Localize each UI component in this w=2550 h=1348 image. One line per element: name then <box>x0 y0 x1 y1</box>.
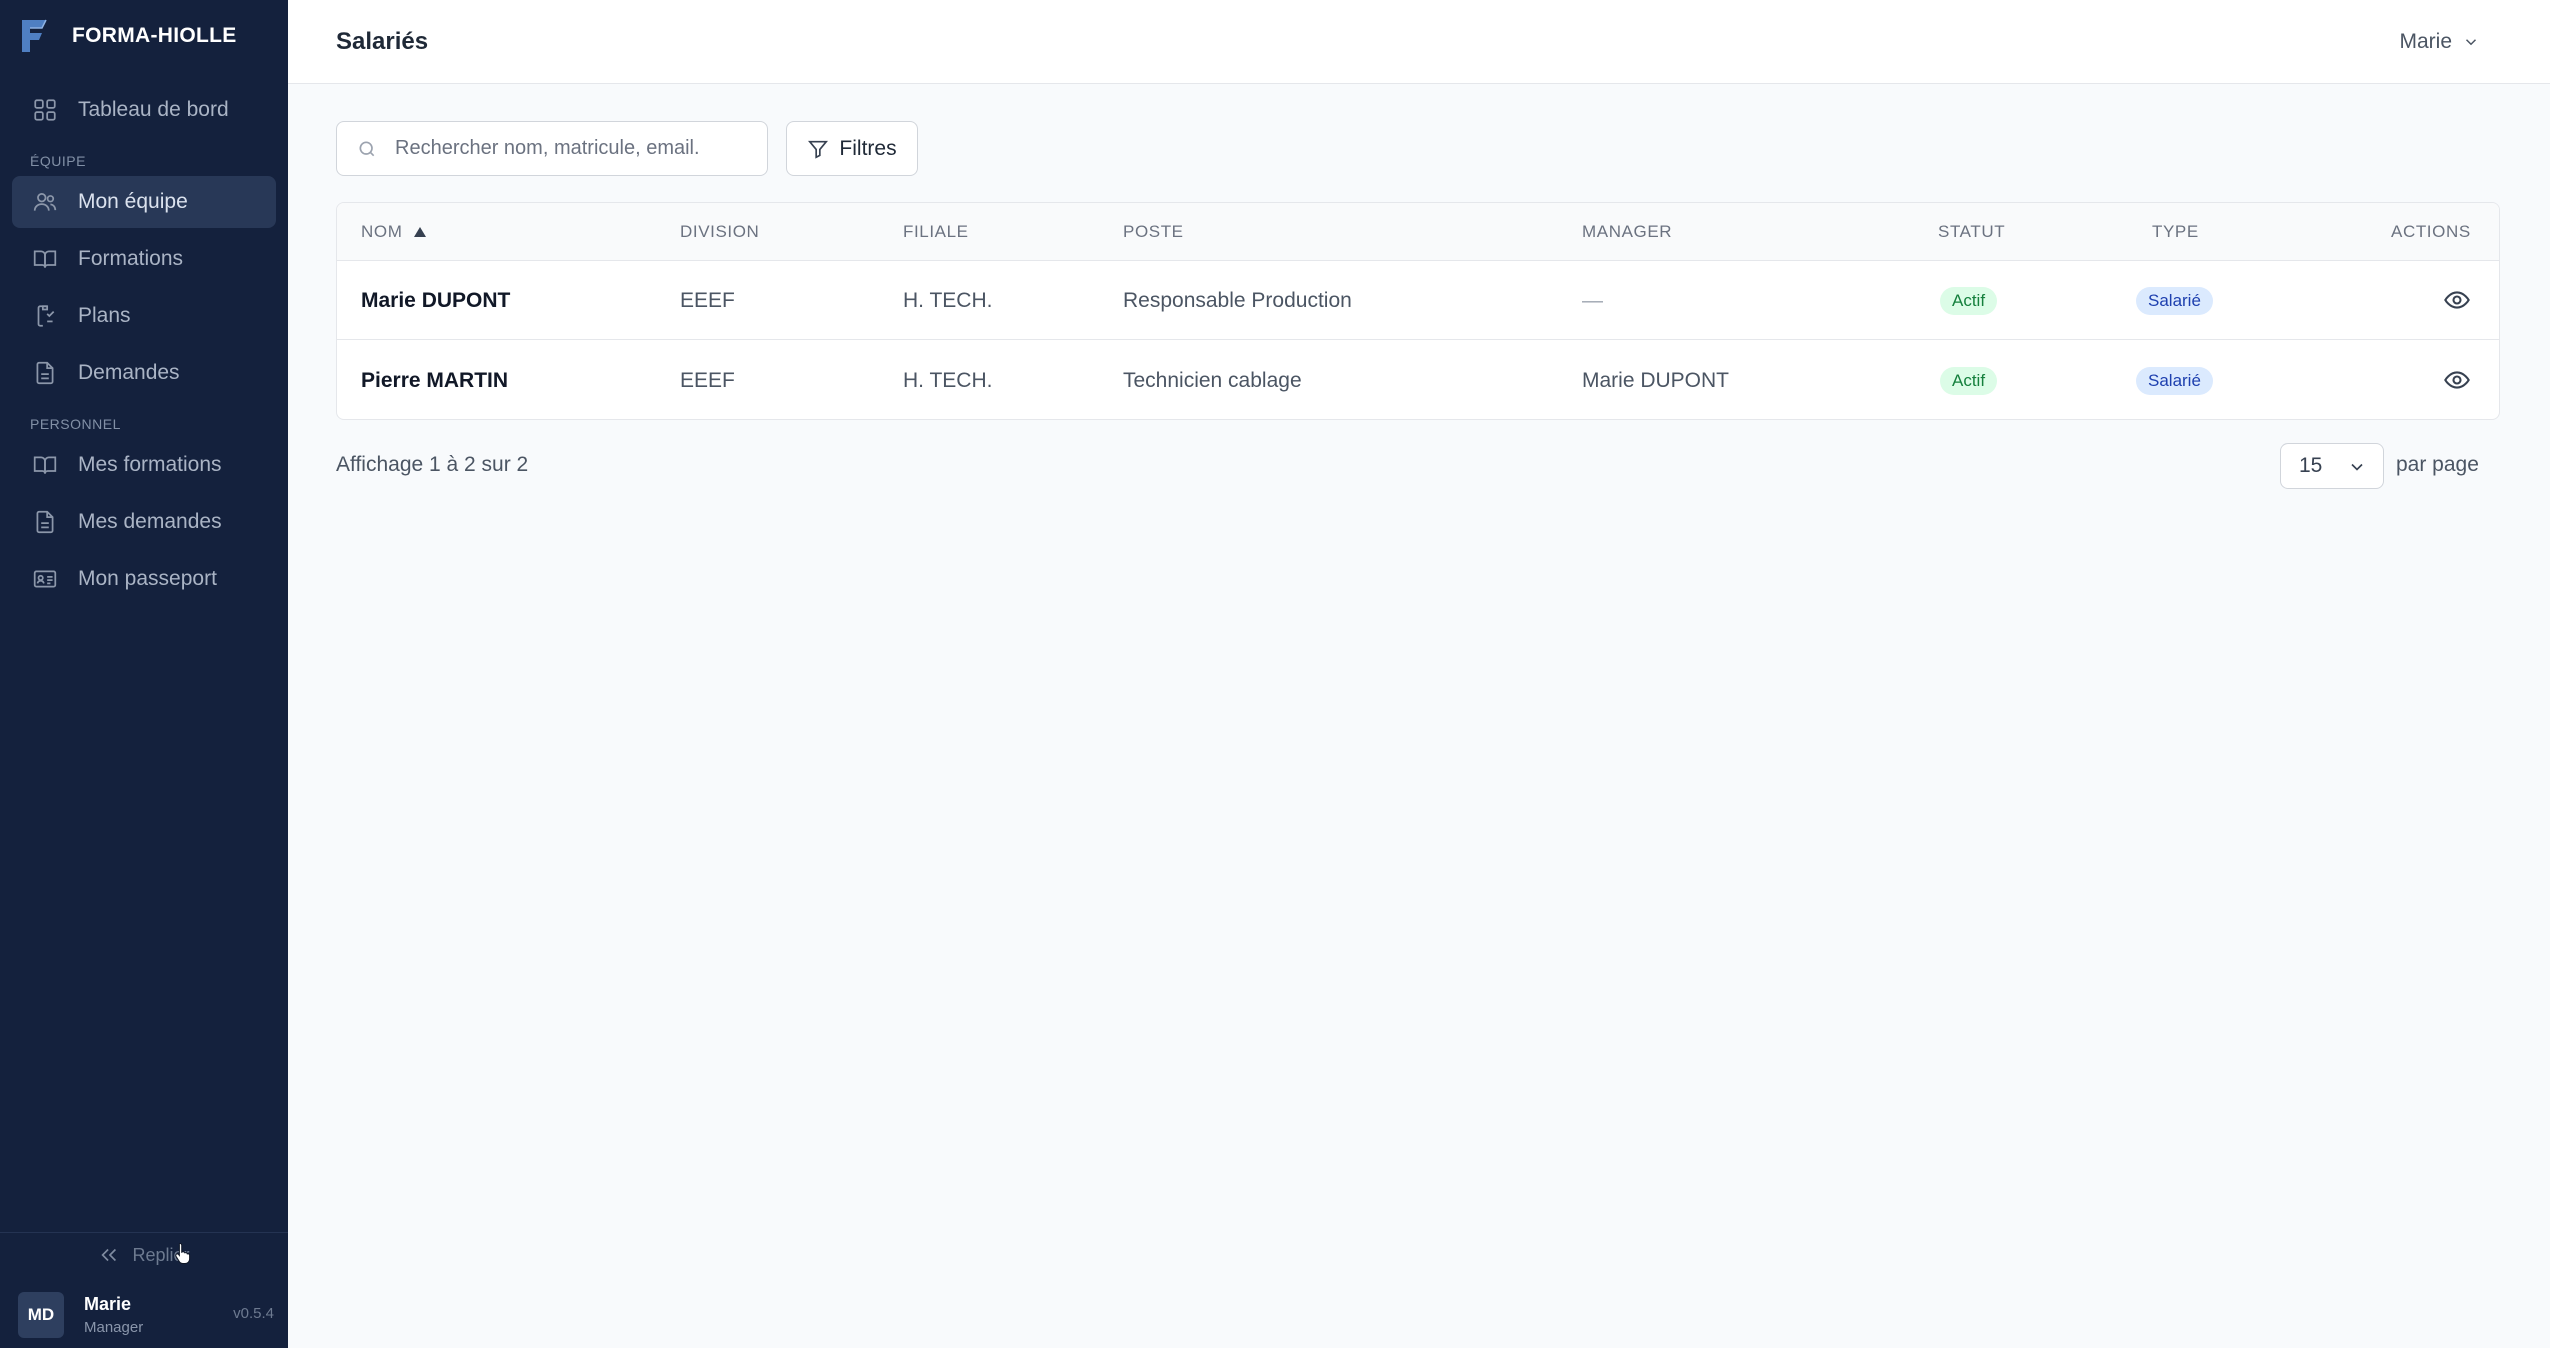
filters-label: Filtres <box>839 136 897 160</box>
search-box <box>336 121 768 176</box>
column-header-type: TYPE <box>2152 222 2199 241</box>
sort-ascending-icon <box>414 227 427 237</box>
sidebar-item-label: Formations <box>78 247 184 270</box>
cell-division: EEEF <box>680 369 735 392</box>
search-input[interactable] <box>395 137 765 160</box>
sidebar-item-mon-equipe[interactable]: Mon équipe <box>12 176 276 228</box>
sidebar-footer: Replier MD Marie Manager v0.5.4 <box>0 1232 288 1348</box>
sidebar-item-demandes[interactable]: Demandes <box>12 347 276 399</box>
sidebar-section-personnel: PERSONNEL <box>30 416 121 432</box>
avatar: MD <box>18 1292 64 1338</box>
column-header-statut: STATUT <box>1938 222 2006 241</box>
collapse-sidebar-button[interactable]: Replier <box>0 1233 288 1277</box>
column-header-filiale: FILIALE <box>903 222 969 241</box>
user-menu-name: Marie <box>2399 30 2452 53</box>
view-button[interactable] <box>2443 366 2471 394</box>
column-header-actions: ACTIONS <box>2391 222 2471 241</box>
search-icon <box>359 141 375 156</box>
book-icon <box>32 246 58 272</box>
cell-poste: Responsable Production <box>1123 289 1352 312</box>
book-icon <box>32 452 58 478</box>
chevrons-left-icon <box>101 1248 117 1262</box>
forma-logo-icon <box>22 19 47 52</box>
chevron-down-icon <box>2351 463 2363 471</box>
user-name: Marie <box>84 1294 132 1314</box>
eye-icon <box>2444 291 2470 309</box>
app-name: FORMA-HIOLLE <box>72 24 237 47</box>
type-badge: Salarié <box>2136 367 2213 395</box>
column-header-label: NOM <box>361 222 403 241</box>
table-header: NOM DIVISION FILIALE POSTE MANAGER STATU… <box>337 203 2499 261</box>
sidebar-item-label: Mes demandes <box>78 510 222 533</box>
top-header: Salariés Marie <box>288 0 2550 84</box>
sidebar-user[interactable]: MD Marie Manager v0.5.4 <box>18 1287 274 1343</box>
mouse-cursor-icon <box>175 1242 191 1264</box>
sidebar-item-mon-passeport[interactable]: Mon passeport <box>12 553 276 605</box>
app-version: v0.5.4 <box>233 1305 274 1322</box>
sidebar-item-label: Mes formations <box>78 453 222 476</box>
table-row[interactable]: Pierre MARTIN EEEF H. TECH. Technicien c… <box>337 341 2499 419</box>
page-title: Salariés <box>336 28 429 55</box>
table-row[interactable]: Marie DUPONT EEEF H. TECH. Responsable P… <box>337 261 2499 340</box>
filters-button[interactable]: Filtres <box>786 121 918 176</box>
sidebar-item-tableau-de-bord[interactable]: Tableau de bord <box>12 84 276 136</box>
sidebar: FORMA-HIOLLE Tableau de bord ÉQUIPE Mon … <box>0 0 288 1348</box>
cell-filiale: H. TECH. <box>903 369 993 392</box>
view-button[interactable] <box>2443 286 2471 314</box>
id-card-icon <box>32 566 58 592</box>
grid-icon <box>32 97 58 123</box>
clipboard-icon <box>32 303 58 329</box>
cell-poste: Technicien cablage <box>1123 369 1302 392</box>
user-role: Manager <box>84 1319 144 1336</box>
sidebar-item-label: Demandes <box>78 361 180 384</box>
employees-table: NOM DIVISION FILIALE POSTE MANAGER STATU… <box>336 202 2500 420</box>
chevron-down-icon <box>2465 39 2477 46</box>
filter-icon <box>808 140 829 159</box>
pagination-summary: Affichage 1 à 2 sur 2 <box>336 453 529 476</box>
cell-division: EEEF <box>680 289 735 312</box>
column-header-poste: POSTE <box>1123 222 1184 241</box>
eye-icon <box>2444 371 2470 389</box>
per-page-label: par page <box>2396 453 2479 476</box>
sidebar-section-equipe: ÉQUIPE <box>30 153 86 169</box>
sidebar-item-label: Mon équipe <box>78 190 188 213</box>
user-menu[interactable]: Marie <box>2399 30 2480 54</box>
status-badge: Actif <box>1940 287 1998 315</box>
column-header-nom[interactable]: NOM <box>361 222 428 242</box>
sidebar-item-label: Plans <box>78 304 131 327</box>
per-page-select[interactable]: 15 <box>2280 443 2384 489</box>
cell-filiale: H. TECH. <box>903 289 993 312</box>
users-icon <box>32 189 58 215</box>
document-icon <box>32 509 58 535</box>
type-badge: Salarié <box>2136 287 2213 315</box>
cell-manager: Marie DUPONT <box>1582 369 1730 392</box>
cell-name: Pierre MARTIN <box>361 369 509 392</box>
sidebar-item-mes-formations[interactable]: Mes formations <box>12 439 276 491</box>
sidebar-item-label: Mon passeport <box>78 567 217 590</box>
cell-manager: — <box>1582 289 1603 312</box>
sidebar-item-label: Tableau de bord <box>78 98 229 121</box>
document-icon <box>32 360 58 386</box>
sidebar-item-plans[interactable]: Plans <box>12 290 276 342</box>
user-meta: Marie Manager <box>84 1294 143 1336</box>
column-header-manager: MANAGER <box>1582 222 1673 241</box>
status-badge: Actif <box>1940 367 1998 395</box>
cell-name: Marie DUPONT <box>361 289 511 312</box>
brand[interactable]: FORMA-HIOLLE <box>20 18 237 54</box>
sidebar-item-formations[interactable]: Formations <box>12 233 276 285</box>
per-page-value: 15 <box>2299 454 2323 477</box>
column-header-division: DIVISION <box>680 222 760 241</box>
sidebar-item-mes-demandes[interactable]: Mes demandes <box>12 496 276 548</box>
